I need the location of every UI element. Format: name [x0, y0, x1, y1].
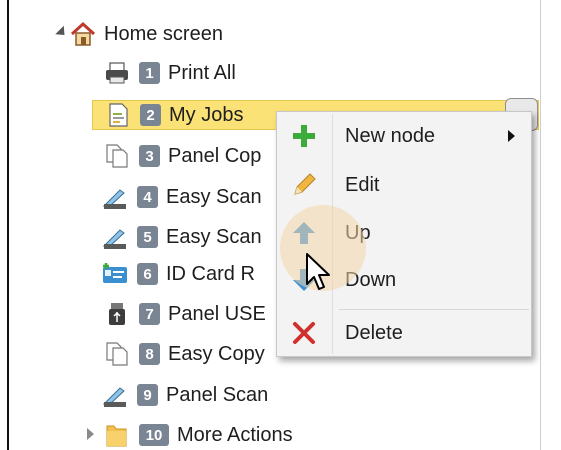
tree-item-easy-scan[interactable]: 5 Easy Scan [102, 222, 262, 252]
tree-item-label: My Jobs [169, 103, 244, 126]
collapsed-triangle-icon[interactable] [87, 428, 94, 440]
copy-icon [104, 341, 130, 367]
tree-item-label: Panel Scan [166, 383, 269, 406]
tree-item-label: Easy Scan [166, 225, 262, 248]
id-card-icon [102, 261, 128, 287]
scanner-icon [102, 224, 128, 250]
menu-item-new-node[interactable]: New node [277, 114, 531, 158]
item-number-badge: 6 [137, 263, 158, 285]
item-number-badge: 7 [139, 303, 160, 325]
tree-item-label: Easy Scan [166, 185, 262, 208]
tree-item-label: ID Card R [166, 262, 255, 285]
item-number-badge: 4 [137, 186, 158, 208]
menu-item-label: Delete [345, 321, 403, 344]
menu-item-label: Edit [345, 173, 380, 196]
menu-item-edit[interactable]: Edit [277, 163, 531, 207]
item-number-badge: 9 [137, 384, 158, 406]
mouse-cursor-icon [306, 253, 330, 290]
tree-item-id-card[interactable]: 6 ID Card R [102, 259, 255, 289]
expand-triangle-icon[interactable] [55, 25, 69, 40]
delete-x-icon [289, 318, 319, 348]
printer-icon [104, 60, 130, 86]
tree-item-more-actions[interactable]: 10 More Actions [104, 420, 293, 450]
tree-item-panel-scan[interactable]: 9 Panel Scan [102, 380, 268, 410]
document-icon [105, 102, 131, 128]
tree-root-label: Home screen [104, 22, 223, 45]
tree-item-label: Print All [168, 61, 236, 84]
tree-item-panel-copy[interactable]: 3 Panel Cop [104, 141, 261, 171]
submenu-arrow-icon [508, 130, 515, 142]
copy-icon [104, 143, 130, 169]
tree-item-panel-usb[interactable]: 7 Panel USE [104, 299, 266, 329]
item-number-badge: 1 [139, 62, 160, 84]
tree-item-label: Panel USE [168, 302, 266, 325]
menu-item-delete[interactable]: Delete [277, 311, 531, 355]
house-icon [70, 21, 96, 47]
usb-icon [104, 301, 130, 327]
item-number-badge: 2 [140, 104, 161, 126]
scanner-icon [102, 184, 128, 210]
tree-item-easy-copy[interactable]: 8 Easy Copy [104, 339, 265, 369]
tree-item-label: Easy Copy [168, 342, 265, 365]
tree-item-print-all[interactable]: 1 Print All [104, 58, 236, 88]
tree-item-label: More Actions [177, 423, 293, 446]
tree-item-easy-scan[interactable]: 4 Easy Scan [102, 182, 262, 212]
folder-icon [104, 422, 130, 448]
scanner-icon [102, 382, 128, 408]
tree-item-label: Panel Cop [168, 144, 262, 167]
item-number-badge: 3 [139, 145, 160, 167]
plus-icon [289, 121, 319, 151]
pencil-icon [289, 170, 319, 200]
tree-root-home-screen[interactable]: Home screen [70, 19, 223, 49]
menu-item-label: New node [345, 124, 436, 147]
menu-separator [339, 309, 529, 310]
item-number-badge: 8 [139, 343, 160, 365]
item-number-badge: 5 [137, 226, 158, 248]
item-number-badge: 10 [139, 424, 169, 446]
